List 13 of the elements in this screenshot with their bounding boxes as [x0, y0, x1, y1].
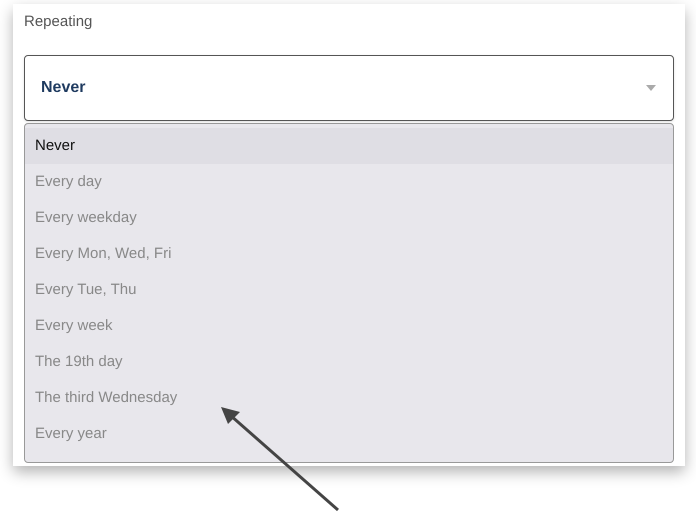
dropdown-option[interactable]: The third Wednesday	[25, 380, 673, 416]
dropdown-option[interactable]: Every weekday	[25, 200, 673, 236]
dropdown-option[interactable]: Never	[25, 128, 673, 164]
field-label: Repeating	[24, 12, 94, 32]
dropdown-option[interactable]: Every week	[25, 308, 673, 344]
dropdown-option[interactable]: The 19th day	[25, 344, 673, 380]
dropdown-option[interactable]: Every year	[25, 416, 673, 452]
dropdown-option[interactable]: Every day	[25, 164, 673, 200]
repeat-select[interactable]: Never	[24, 55, 674, 121]
caret-icon	[645, 84, 657, 92]
select-value: Never	[41, 78, 86, 98]
dropdown-option[interactable]: Every Mon, Wed, Fri	[25, 236, 673, 272]
dropdown-option[interactable]: Every Tue, Thu	[25, 272, 673, 308]
